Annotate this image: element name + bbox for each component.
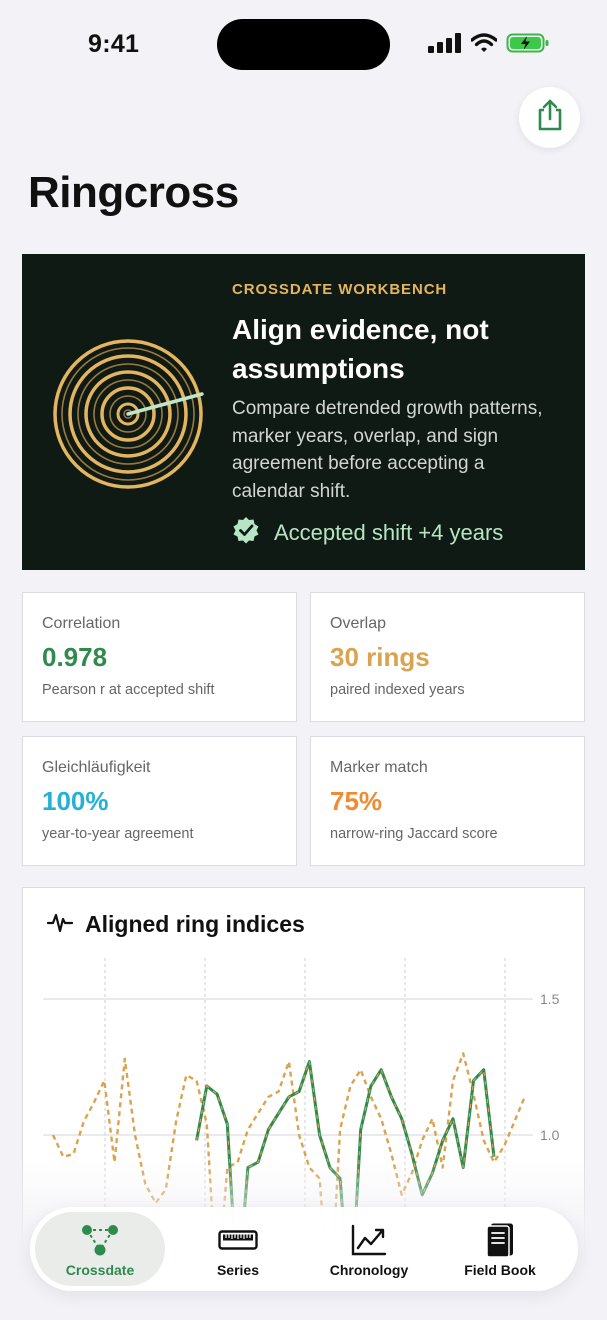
metric-value: 75% [330,786,383,816]
metric-card-overlap: Overlap 30 rings paired indexed years [310,592,585,722]
tree-rings-icon [52,338,204,495]
status-icons [428,30,550,60]
ruler-icon [218,1224,258,1256]
share-button[interactable] [519,87,580,148]
hero-eyebrow: CROSSDATE WORKBENCH [232,281,448,298]
tab-field-book[interactable]: Field Book [435,1212,565,1286]
y-tick-label: 1.5 [540,991,560,1007]
verified-badge-icon [232,516,260,549]
metric-label: Marker match [330,759,428,776]
chart-header: Aligned ring indices [46,910,305,939]
y-tick-label: 1.0 [540,1127,560,1143]
metric-card-marker-match: Marker match 75% narrow-ring Jaccard sco… [310,736,585,866]
metric-label: Overlap [330,615,387,632]
metric-note: year-to-year agreement [42,826,194,842]
status-time: 9:41 [88,30,140,58]
metric-value: 0.978 [42,642,108,672]
metric-note: paired indexed years [330,682,465,698]
tab-series[interactable]: Series [173,1212,303,1286]
tab-label: Chronology [329,1262,409,1278]
hero-headline: Align evidence, not assumptions [232,314,489,384]
status-bar: 9:41 [0,0,607,90]
dynamic-island [217,19,390,70]
metric-value: 30 rings [330,642,430,672]
tab-label: Crossdate [65,1262,135,1278]
battery-charging-icon [506,32,550,59]
chart-title: Aligned ring indices [85,911,305,937]
crossdate-network-icon [81,1224,119,1256]
notebook-icon [485,1223,515,1258]
tab-chronology[interactable]: Chronology [304,1212,434,1286]
tab-bar: Crossdate Series Chronology Field Book [30,1207,578,1291]
share-icon [535,99,565,136]
hero-body: Compare detrended growth patterns, marke… [232,398,543,502]
signal-icon [428,32,462,58]
wifi-icon [470,32,498,58]
waveform-icon [46,910,74,939]
metric-value: 100% [42,786,109,816]
metric-label: Gleichläufigkeit [42,759,151,776]
metric-card-gleichlaeufigkeit: Gleichläufigkeit 100% year-to-year agree… [22,736,297,866]
tab-label: Field Book [464,1262,536,1278]
page-title: Ringcross [28,168,239,217]
metric-card-correlation: Correlation 0.978 Pearson r at accepted … [22,592,297,722]
hero-status-text: Accepted shift +4 years [274,519,504,545]
tab-crossdate[interactable]: Crossdate [35,1212,165,1286]
metric-note: Pearson r at accepted shift [42,682,215,698]
tab-label: Series [216,1262,260,1278]
trend-chart-icon [351,1224,387,1256]
accepted-shift-status: Accepted shift +4 years [232,516,503,549]
metric-note: narrow-ring Jaccard score [330,826,498,842]
hero-card: CROSSDATE WORKBENCH Align evidence, not … [22,254,585,570]
metric-label: Correlation [42,615,121,632]
